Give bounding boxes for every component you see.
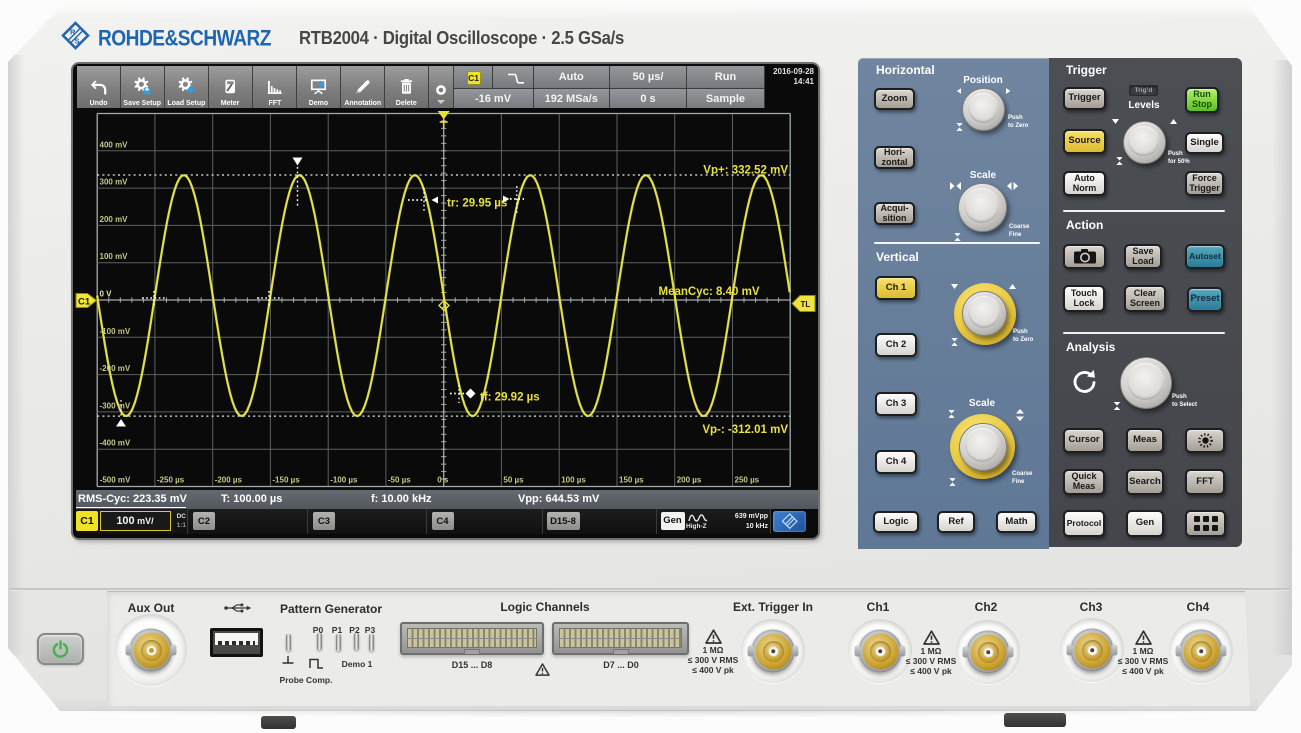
svg-text:-300 mV: -300 mV	[100, 401, 131, 410]
svg-text:MeanCyc: 8.40 mV: MeanCyc: 8.40 mV	[659, 286, 760, 298]
svg-text:Vp-: -312.01 mV: Vp-: -312.01 mV	[702, 424, 788, 436]
svg-text:100 mV: 100 mV	[100, 252, 129, 261]
svg-text:200 µs: 200 µs	[677, 476, 702, 485]
svg-text:-150 µs: -150 µs	[272, 476, 300, 485]
svg-text:C1: C1	[78, 297, 91, 308]
svg-text:-250 µs: -250 µs	[157, 476, 185, 485]
svg-text:Vp+: 332.52 mV: Vp+: 332.52 mV	[703, 165, 788, 177]
svg-text:100 µs: 100 µs	[561, 476, 586, 485]
svg-text:-400 mV: -400 mV	[100, 439, 131, 448]
svg-text:-50 µs: -50 µs	[388, 476, 411, 485]
svg-text:tr: 29.95 µs: tr: 29.95 µs	[447, 198, 507, 210]
svg-text:250 µs: 250 µs	[735, 476, 760, 485]
svg-text:0 s: 0 s	[437, 476, 449, 485]
svg-text:S: S	[75, 37, 80, 46]
svg-text:tf: 29.92 µs: tf: 29.92 µs	[480, 392, 540, 404]
svg-text:400 mV: 400 mV	[100, 140, 129, 149]
svg-text:-200 mV: -200 mV	[100, 364, 131, 373]
svg-text:300 mV: 300 mV	[100, 178, 129, 187]
svg-text:TL: TL	[801, 300, 811, 309]
svg-text:-100 µs: -100 µs	[330, 476, 358, 485]
svg-text:0 V: 0 V	[100, 290, 113, 299]
svg-text:-100 mV: -100 mV	[100, 327, 131, 336]
svg-text:-200 µs: -200 µs	[215, 476, 243, 485]
svg-text:150 µs: 150 µs	[619, 476, 644, 485]
svg-text:-500 mV: -500 mV	[100, 476, 131, 485]
svg-text:200 mV: 200 mV	[100, 215, 129, 224]
svg-text:R: R	[70, 28, 76, 37]
svg-text:50 µs: 50 µs	[503, 476, 524, 485]
